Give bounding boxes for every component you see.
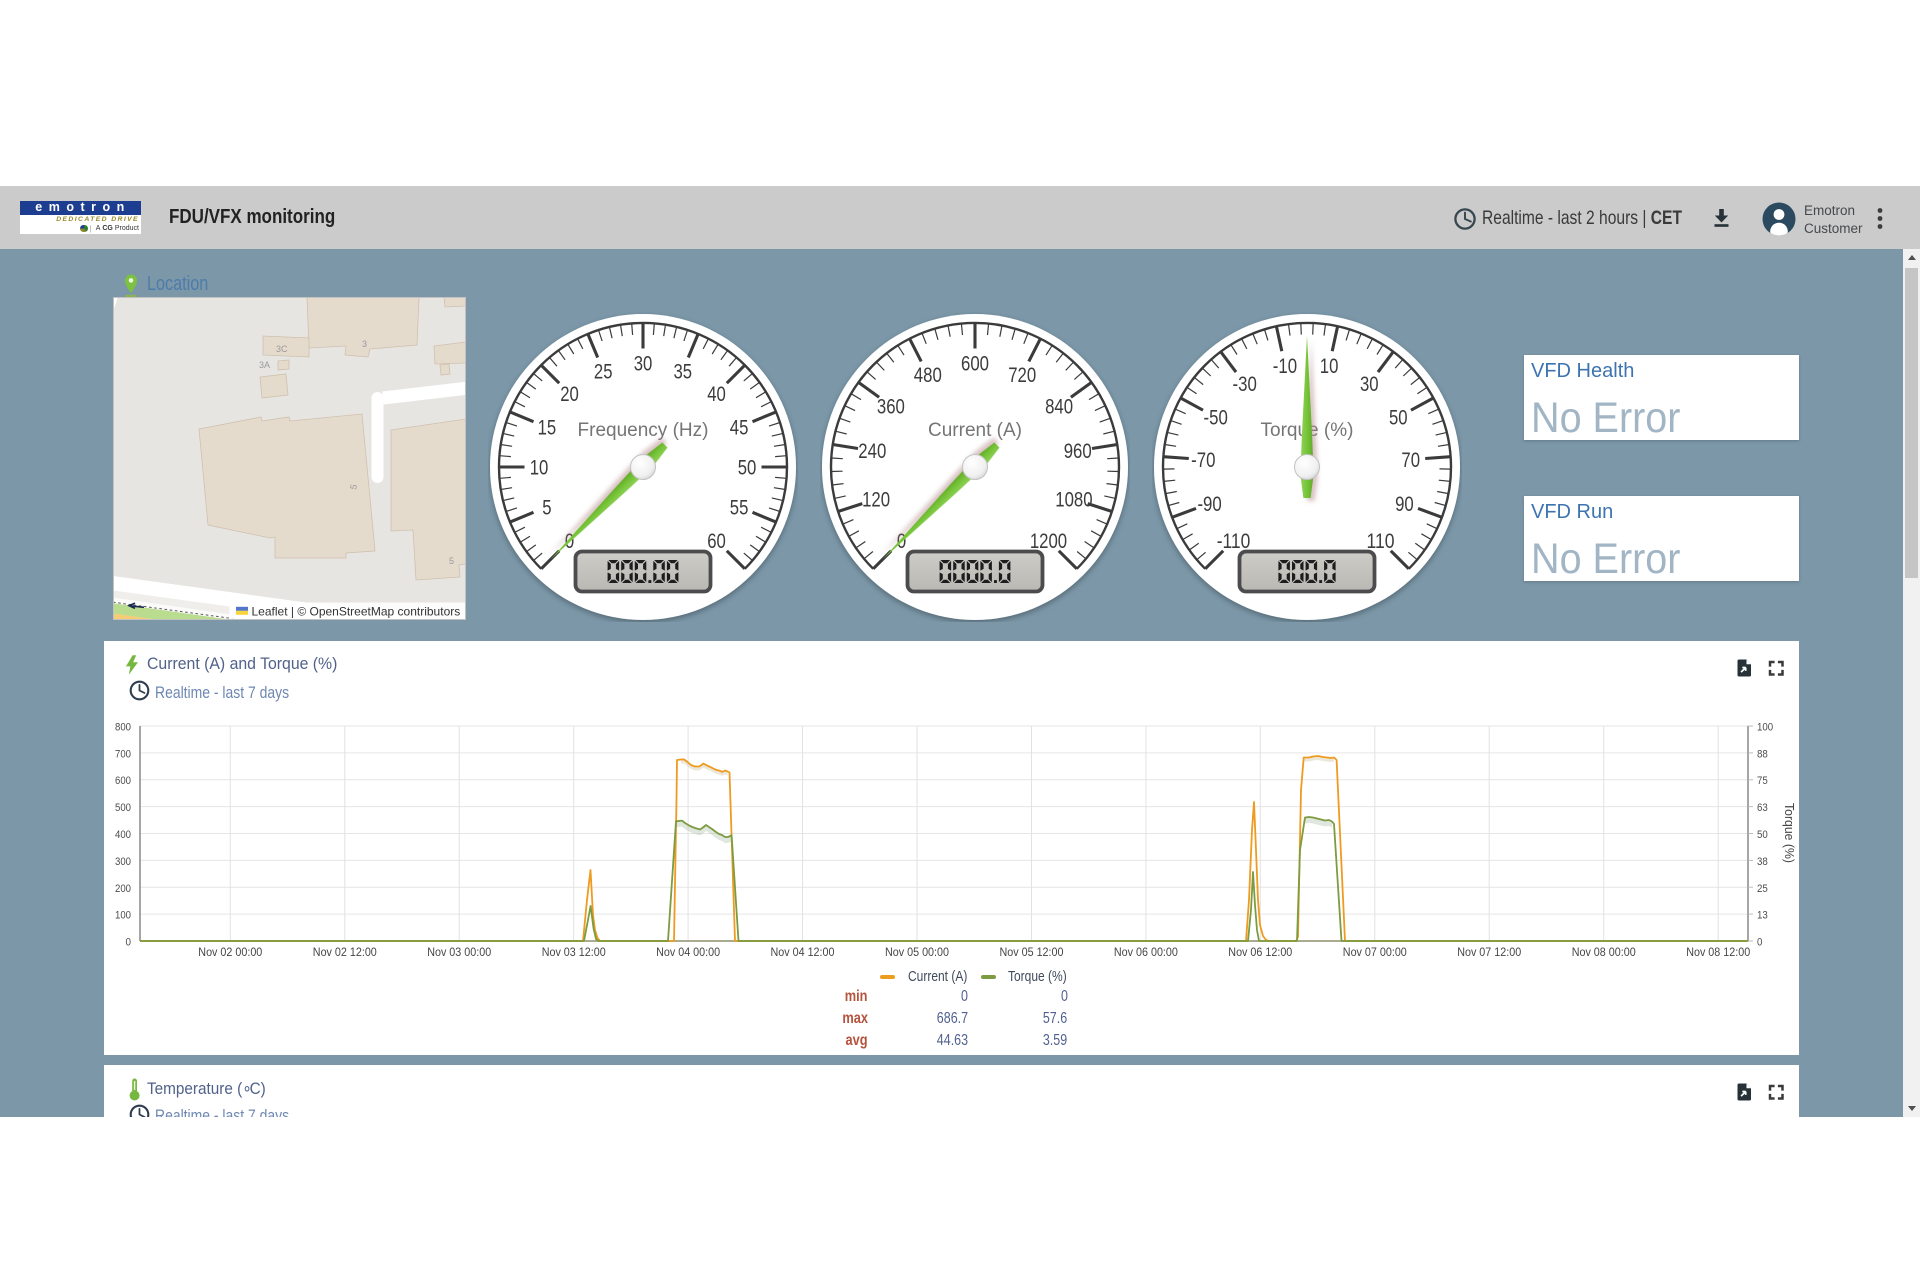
svg-text:300: 300 <box>115 855 131 867</box>
svg-text:0: 0 <box>1757 936 1762 948</box>
svg-text:100: 100 <box>115 909 131 921</box>
svg-text:30: 30 <box>634 352 653 376</box>
svg-text:480: 480 <box>914 363 942 387</box>
svg-text:700: 700 <box>115 748 131 760</box>
svg-text:50: 50 <box>1757 829 1768 841</box>
svg-text:35: 35 <box>674 359 693 383</box>
svg-text:3: 3 <box>362 339 367 349</box>
svg-text:-90: -90 <box>1197 492 1221 516</box>
svg-text:Nov 08 00:00: Nov 08 00:00 <box>1572 947 1636 959</box>
svg-text:840: 840 <box>1045 394 1073 418</box>
svg-text:Torque (%): Torque (%) <box>1782 803 1796 863</box>
svg-text:15: 15 <box>538 416 557 440</box>
svg-text:360: 360 <box>877 394 905 418</box>
svg-text:Nov 07 12:00: Nov 07 12:00 <box>1457 947 1521 959</box>
svg-text:10: 10 <box>530 456 549 480</box>
svg-text:50: 50 <box>738 456 757 480</box>
svg-text:1080: 1080 <box>1055 488 1092 512</box>
svg-text:-10: -10 <box>1273 354 1297 378</box>
svg-text:Nov 07 00:00: Nov 07 00:00 <box>1343 947 1407 959</box>
svg-text:20: 20 <box>560 382 579 406</box>
svg-text:600: 600 <box>115 775 131 787</box>
svg-text:30: 30 <box>1360 372 1379 396</box>
svg-text:Nov 06 12:00: Nov 06 12:00 <box>1228 947 1292 959</box>
svg-text:-70: -70 <box>1191 448 1215 472</box>
svg-text:800: 800 <box>115 721 131 733</box>
svg-text:25: 25 <box>1757 882 1768 894</box>
svg-text:63: 63 <box>1757 802 1768 814</box>
svg-text:55: 55 <box>730 495 749 519</box>
svg-text:-110: -110 <box>1217 529 1251 553</box>
svg-text:720: 720 <box>1008 363 1036 387</box>
svg-text:Nov 02 12:00: Nov 02 12:00 <box>313 947 377 959</box>
svg-text:Nov 04 00:00: Nov 04 00:00 <box>656 947 720 959</box>
svg-text:400: 400 <box>115 829 131 841</box>
svg-text:Frequency (Hz): Frequency (Hz) <box>578 420 709 441</box>
svg-text:Nov 06 00:00: Nov 06 00:00 <box>1114 947 1178 959</box>
svg-text:38: 38 <box>1757 855 1768 867</box>
svg-text:-30: -30 <box>1233 372 1257 396</box>
svg-text:13: 13 <box>1757 909 1768 921</box>
svg-text:3C: 3C <box>276 344 288 354</box>
svg-text:3A: 3A <box>259 360 270 370</box>
svg-text:100: 100 <box>1757 721 1773 733</box>
svg-text:200: 200 <box>115 882 131 894</box>
svg-text:Nov 05 00:00: Nov 05 00:00 <box>885 947 949 959</box>
svg-text:50: 50 <box>1389 406 1408 430</box>
svg-text:25: 25 <box>594 359 613 383</box>
svg-text:Leaflet | © OpenStreetMap cont: Leaflet | © OpenStreetMap contributors <box>252 605 461 619</box>
svg-text:Nov 08 12:00: Nov 08 12:00 <box>1686 947 1750 959</box>
svg-text:1200: 1200 <box>1030 529 1067 553</box>
svg-text:45: 45 <box>730 416 749 440</box>
svg-text:Current (A): Current (A) <box>928 420 1022 441</box>
svg-text:Nov 05 12:00: Nov 05 12:00 <box>1000 947 1064 959</box>
svg-text:Nov 03 00:00: Nov 03 00:00 <box>427 947 491 959</box>
svg-text:5: 5 <box>542 495 551 519</box>
svg-text:Nov 04 12:00: Nov 04 12:00 <box>771 947 835 959</box>
svg-text:-50: -50 <box>1204 406 1228 430</box>
svg-text:5: 5 <box>449 556 454 566</box>
svg-text:240: 240 <box>858 439 886 463</box>
svg-text:Nov 02 00:00: Nov 02 00:00 <box>198 947 262 959</box>
svg-text:40: 40 <box>707 382 726 406</box>
svg-text:110: 110 <box>1367 529 1395 553</box>
svg-text:60: 60 <box>707 529 726 553</box>
svg-text:10: 10 <box>1320 354 1339 378</box>
svg-text:90: 90 <box>1395 492 1414 516</box>
svg-text:500: 500 <box>115 802 131 814</box>
svg-text:0: 0 <box>126 936 132 948</box>
svg-text:600: 600 <box>961 352 989 376</box>
svg-text:75: 75 <box>1757 775 1768 787</box>
svg-text:Nov 03 12:00: Nov 03 12:00 <box>542 947 606 959</box>
svg-text:70: 70 <box>1401 448 1420 472</box>
svg-text:88: 88 <box>1757 748 1768 760</box>
svg-text:120: 120 <box>862 488 890 512</box>
svg-text:960: 960 <box>1064 439 1092 463</box>
